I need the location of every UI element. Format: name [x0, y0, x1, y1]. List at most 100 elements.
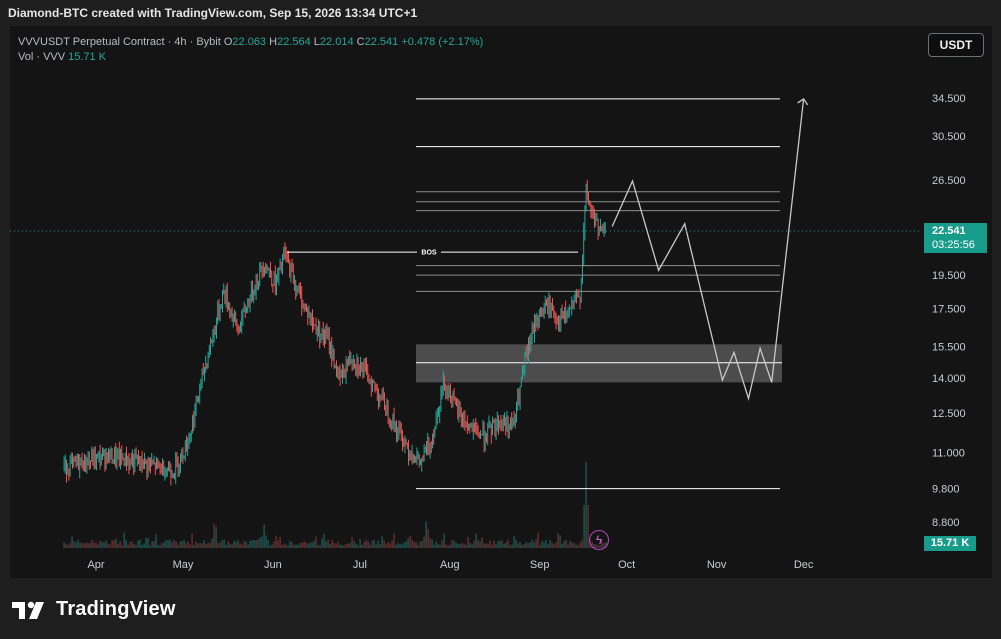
volume-bar	[413, 541, 415, 548]
volume-bar	[463, 544, 465, 548]
volume-bar	[323, 533, 325, 548]
volume-bar	[489, 540, 491, 548]
volume-bar	[533, 542, 535, 548]
volume-bar	[145, 537, 147, 548]
volume-bar	[303, 541, 305, 548]
x-tick-label: Jun	[264, 559, 282, 571]
volume-bar	[417, 545, 419, 548]
volume-bar	[503, 543, 505, 548]
volume-bar	[87, 543, 89, 548]
volume-bar	[557, 533, 559, 548]
volume-bar	[403, 542, 405, 548]
volume-bar	[395, 544, 397, 548]
volume-bar	[129, 542, 131, 548]
volume-bar	[203, 540, 205, 548]
volume-bar	[477, 539, 479, 548]
volume-bar	[521, 545, 523, 548]
volume-bar	[267, 539, 269, 548]
volume-bar	[369, 544, 371, 548]
x-tick-label: Jul	[353, 559, 367, 571]
volume-bar	[215, 526, 217, 548]
volume-bar	[183, 540, 185, 548]
volume-bar	[153, 541, 155, 548]
volume-bar	[223, 539, 225, 548]
volume-bar	[545, 540, 547, 548]
volume-bar	[483, 543, 485, 548]
volume-bar	[271, 544, 273, 548]
volume-bar	[123, 532, 125, 548]
volume-bar	[71, 536, 73, 548]
volume-bar	[515, 539, 517, 548]
volume-bar	[361, 544, 363, 548]
brand-name: TradingView	[56, 598, 176, 620]
volume-bar	[133, 544, 135, 548]
volume-bar	[551, 542, 553, 548]
volume-bar	[449, 544, 451, 548]
volume-bar	[111, 540, 113, 548]
volume-bar	[265, 535, 267, 548]
volume-bar	[177, 544, 179, 548]
volume-bar	[261, 536, 263, 548]
y-tick-label: 17.500	[932, 304, 966, 316]
volume-bar	[255, 540, 257, 548]
volume-bar	[91, 539, 93, 548]
volume-bar	[355, 543, 357, 548]
volume-bar	[347, 543, 349, 548]
volume-bar	[237, 539, 239, 548]
volume-bar	[471, 544, 473, 548]
volume-bar	[335, 544, 337, 548]
volume-bar	[527, 543, 529, 548]
volume-bar	[359, 539, 361, 548]
volume-bar	[337, 541, 339, 548]
volume-bar	[225, 544, 227, 548]
volume-bar	[213, 523, 215, 548]
y-tick-label: 19.500	[932, 270, 966, 282]
volume-bar	[289, 540, 291, 548]
volume-bar	[239, 543, 241, 548]
volume-bar	[313, 540, 315, 548]
volume-bar	[377, 540, 379, 548]
volume-bar	[285, 544, 287, 548]
volume-bar	[505, 542, 507, 548]
volume-bar	[387, 542, 389, 548]
volume-bar	[415, 542, 417, 548]
volume-bar	[279, 536, 281, 548]
volume-bar	[567, 544, 569, 548]
volume-bar	[513, 535, 515, 548]
volume-bar	[441, 540, 443, 548]
lightning-icon[interactable]: ϟ	[589, 530, 609, 550]
volume-bar	[121, 545, 123, 548]
volume-bar	[529, 542, 531, 548]
volume-bar	[459, 544, 461, 548]
volume-bar	[141, 545, 143, 548]
volume-bar	[321, 538, 323, 548]
volume-bar	[199, 543, 201, 548]
volume-bar	[189, 544, 191, 548]
y-tick-label: 11.000	[932, 448, 965, 460]
volume-bar	[193, 545, 195, 548]
volume-bar	[363, 542, 365, 548]
volume-bar	[445, 544, 447, 548]
volume-bar	[559, 535, 561, 548]
y-tick-label: 8.800	[932, 517, 960, 529]
volume-bar	[411, 539, 413, 548]
volume-bar	[159, 545, 161, 548]
volume-bar	[295, 544, 297, 548]
volume-bar	[383, 540, 385, 548]
x-tick-label: Aug	[440, 559, 460, 571]
currency-button[interactable]: USDT	[928, 33, 984, 57]
volume-bar	[575, 544, 577, 548]
legend-volume-label[interactable]: Vol · VVV	[18, 51, 65, 63]
volume-bar	[541, 541, 543, 548]
brand[interactable]: TradingView	[12, 598, 176, 621]
bar-countdown: 03:25:56	[932, 239, 975, 251]
legend-high-label: H	[269, 36, 278, 48]
volume-bar	[305, 542, 307, 548]
legend-symbol[interactable]: VVVUSDT Perpetual Contract · 4h · Bybit	[18, 36, 221, 48]
price-chart[interactable]: BOS 34.500 30.500 26.500 19.500 17.500 15.500…	[0, 0, 1001, 639]
volume-bar	[353, 541, 355, 548]
volume-bar	[439, 544, 441, 548]
volume-bar	[525, 542, 527, 548]
volume-bar	[443, 533, 445, 548]
tradingview-logo-icon	[12, 601, 44, 619]
